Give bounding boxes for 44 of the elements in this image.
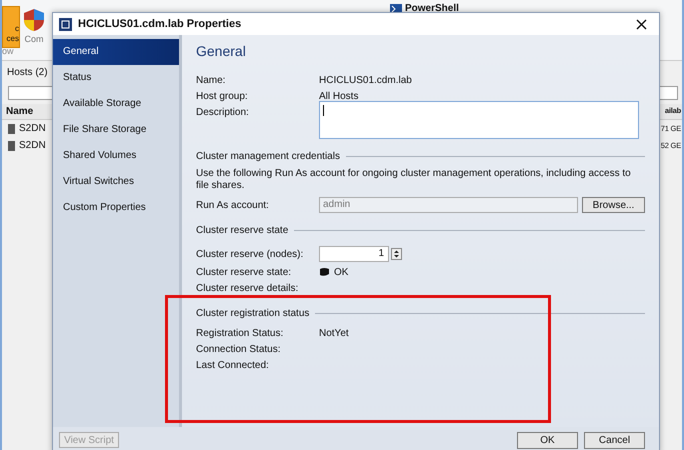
field-value: NotYet <box>319 328 349 338</box>
field-label: Cluster reserve (nodes): <box>196 248 304 260</box>
ribbon-group-label: ow <box>2 46 14 56</box>
description-text: Use the following Run As account for ongoing cluster management operations, including access to file shares. <box>196 168 632 192</box>
page-heading: General <box>196 43 247 59</box>
field-label: Host group: <box>196 91 249 102</box>
dialog-button[interactable]: OK <box>517 432 578 448</box>
field-label: Name: <box>196 75 226 86</box>
field-label: Connection Status: <box>196 344 282 354</box>
column-header[interactable]: Name <box>6 106 34 117</box>
field-label: Last Connected: <box>196 360 270 370</box>
field-label: Description: <box>196 107 250 118</box>
number-field[interactable]: 1 <box>319 246 389 262</box>
nav-item[interactable]: Custom Properties <box>53 195 179 221</box>
window-icon <box>59 18 72 30</box>
nav-item[interactable]: Shared Volumes <box>53 143 179 169</box>
field-label: Cluster reserve state: <box>196 266 292 278</box>
nav-item[interactable]: Available Storage <box>53 91 179 117</box>
window-title: HCICLUS01.cdm.lab Properties <box>78 18 242 30</box>
hosts-tab[interactable]: Hosts (2) <box>2 65 53 80</box>
spinner-arrows-icon[interactable] <box>391 248 402 260</box>
shield-icon <box>23 8 45 32</box>
nav-item[interactable]: Virtual Switches <box>53 169 179 195</box>
dialog-button[interactable]: Cancel <box>584 432 645 448</box>
nav-item[interactable]: General <box>53 39 179 65</box>
table-cell: S2DN <box>19 140 46 151</box>
field-label: Run As account: <box>196 200 270 210</box>
section-title: Cluster reserve state <box>196 225 288 236</box>
field-value: OK <box>334 266 348 278</box>
nav-item[interactable]: Status <box>53 65 179 91</box>
field-label: Registration Status: <box>196 328 284 338</box>
section-title: Cluster management credentials <box>196 151 340 162</box>
description-field[interactable] <box>319 101 639 139</box>
ribbon-label[interactable]: Com <box>24 34 44 44</box>
field-value: HCICLUS01.cdm.lab <box>319 75 412 86</box>
ribbon-label[interactable]: PowerShell <box>405 3 459 14</box>
section-title: Cluster registration status <box>196 308 310 319</box>
status-icon <box>319 267 330 277</box>
nav-item[interactable]: File Share Storage <box>53 117 179 143</box>
table-cell: S2DN <box>19 123 46 134</box>
close-icon[interactable] <box>636 18 647 30</box>
field-label: Cluster reserve details: <box>196 282 300 294</box>
ribbon-button[interactable]: c ces <box>2 6 20 48</box>
field-value: All Hosts <box>319 91 358 102</box>
